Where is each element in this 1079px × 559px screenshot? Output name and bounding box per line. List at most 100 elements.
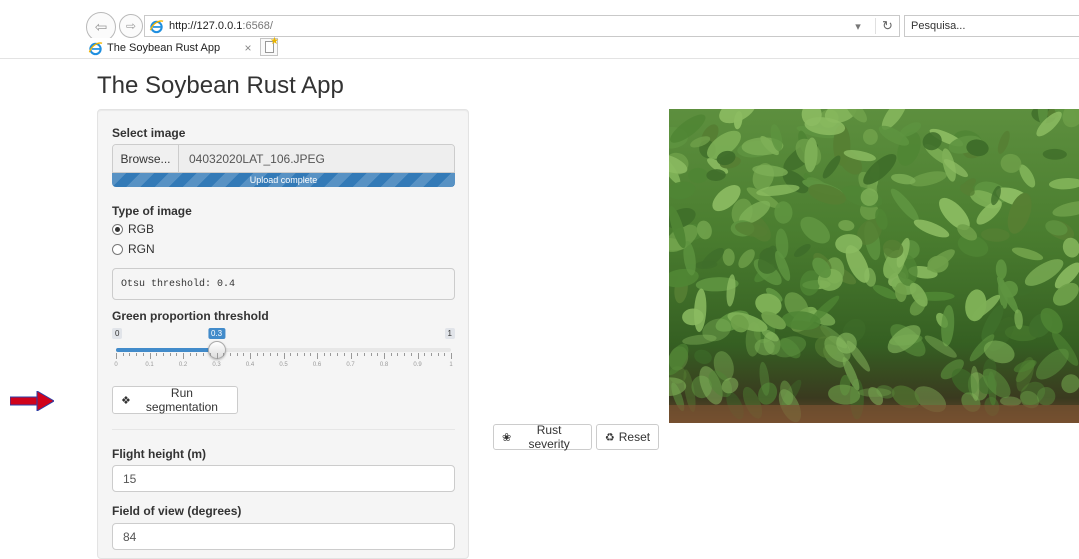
slider-tick xyxy=(229,353,231,356)
sidebar-panel: Select image Browse... 04032020LAT_106.J… xyxy=(97,109,469,559)
slider-tick xyxy=(370,353,372,356)
close-icon[interactable]: × xyxy=(239,41,257,55)
slider-tick xyxy=(129,353,131,356)
url-port: :6568/ xyxy=(242,20,273,32)
slider-tick-label: 0 xyxy=(114,362,118,368)
soybean-leaf xyxy=(913,219,950,238)
browse-button[interactable]: Browse... xyxy=(113,145,179,172)
soybean-leaf xyxy=(694,349,712,365)
url-text: http://127.0.0.1:6568/ xyxy=(169,20,841,32)
slider-min-label: 0 xyxy=(112,328,123,339)
dropdown-icon[interactable]: ▾ xyxy=(841,20,875,33)
soil-strip xyxy=(669,405,1079,423)
radio-rgb[interactable]: RGB xyxy=(112,222,154,236)
slider-tick-label: 0.8 xyxy=(379,362,389,368)
slider-tick xyxy=(256,353,258,356)
run-segmentation-button[interactable]: ❖ Run segmentation xyxy=(112,386,238,414)
select-image-label: Select image xyxy=(112,126,186,140)
slider-tick xyxy=(390,353,392,356)
address-bar[interactable]: http://127.0.0.1:6568/ ▾ ↻ xyxy=(144,15,900,37)
radio-checked-icon xyxy=(112,223,123,235)
slider-tick xyxy=(216,353,218,359)
slider-tick-label: 1 xyxy=(449,362,453,368)
slider-tick xyxy=(149,353,151,359)
file-name-field: 04032020LAT_106.JPEG xyxy=(179,145,454,172)
slider-tick-label: 0.2 xyxy=(178,362,188,368)
soybean-foliage-drawing xyxy=(669,109,1079,423)
slider-tick xyxy=(310,353,312,356)
slider-tick xyxy=(270,353,272,356)
slider-tick xyxy=(236,353,238,356)
slider-tick-label: 0.3 xyxy=(212,362,221,368)
slider-tick xyxy=(203,353,205,356)
forward-button[interactable]: ⇨ xyxy=(119,14,143,38)
upload-progress-fill: Upload complete xyxy=(112,173,455,187)
ie-icon xyxy=(149,19,164,33)
slider-tick xyxy=(156,353,158,356)
slider-tick xyxy=(142,353,144,356)
flight-height-input[interactable]: 15 xyxy=(112,465,455,492)
soybean-leaf xyxy=(995,259,1007,280)
slider-tick-label: 0.7 xyxy=(346,362,355,368)
reset-button[interactable]: ♻ Reset xyxy=(596,424,659,450)
soybean-leaf xyxy=(941,304,955,347)
slider-tick xyxy=(417,353,419,359)
slider-tick xyxy=(276,353,278,356)
slider-track[interactable] xyxy=(116,348,451,352)
soybean-leaf xyxy=(1000,153,1022,173)
tab-soybean-rust-app[interactable]: The Soybean Rust App × xyxy=(85,38,257,58)
leaf-icon: ❀ xyxy=(502,431,512,444)
slider-tick xyxy=(122,353,124,356)
soybean-leaf xyxy=(822,155,841,179)
radio-rgb-label: RGB xyxy=(128,222,155,236)
r-logo-icon: ❖ xyxy=(121,394,131,407)
slider-value-label: 0.3 xyxy=(207,328,226,339)
chrome-divider xyxy=(0,58,1079,59)
radio-rgn-label: RGN xyxy=(128,242,155,256)
refresh-icon[interactable]: ↻ xyxy=(875,18,899,34)
soybean-leaf xyxy=(1052,200,1079,217)
slider-tick xyxy=(176,353,178,356)
page-title: The Soybean Rust App xyxy=(97,72,344,99)
slider-ticks xyxy=(116,353,452,359)
slider-tick xyxy=(350,353,352,359)
url-host: http://127.0.0.1 xyxy=(169,20,243,32)
slider-tick xyxy=(384,353,385,359)
soybean-leaf xyxy=(1011,247,1044,261)
soybean-leaf xyxy=(965,289,987,322)
slider-tick xyxy=(250,353,251,359)
slider-tick xyxy=(196,353,198,356)
soybean-leaf xyxy=(838,220,855,231)
radio-rgn[interactable]: RGN xyxy=(112,242,155,256)
soybean-leaf xyxy=(722,248,735,266)
slider-tick xyxy=(437,353,439,356)
slider-fill xyxy=(116,348,217,352)
slider-tick-label: 0.1 xyxy=(145,362,154,368)
soybean-leaf xyxy=(793,243,811,258)
soybean-leaf xyxy=(890,188,919,222)
upload-progress-bar: Upload complete xyxy=(112,173,455,187)
slider-tick xyxy=(263,353,265,356)
soybean-leaf xyxy=(800,216,831,244)
slider-tick xyxy=(397,353,399,356)
slider-tick xyxy=(377,353,379,356)
search-input[interactable]: Pesquisa... xyxy=(904,15,1079,37)
rust-severity-button[interactable]: ❀ Rust severity xyxy=(493,423,592,451)
soybean-leaf xyxy=(997,130,1010,154)
field-of-view-input[interactable]: 84 xyxy=(112,523,455,550)
green-threshold-label: Green proportion threshold xyxy=(112,309,269,323)
slider-tick xyxy=(410,353,412,356)
slider-tick xyxy=(116,353,117,359)
file-input[interactable]: Browse... 04032020LAT_106.JPEG xyxy=(112,144,455,173)
green-threshold-slider[interactable]: 0 1 0.3 0 0.1 0.2 0.3 0.4 0.5 0.6 0.7 0.8 0.9 1 xyxy=(112,328,455,380)
slider-tick xyxy=(303,353,305,356)
slider-tick xyxy=(169,353,171,356)
new-tab-button[interactable]: ★ xyxy=(260,36,279,56)
soybean-leaf xyxy=(1061,374,1079,394)
arrow-left-icon: ⇦ xyxy=(94,19,108,36)
otsu-threshold-output: Otsu threshold: 0.4 xyxy=(112,268,455,300)
soybean-leaf xyxy=(688,167,709,184)
slider-tick xyxy=(296,353,298,356)
slider-tick xyxy=(209,353,211,356)
soybean-leaf xyxy=(669,181,696,200)
